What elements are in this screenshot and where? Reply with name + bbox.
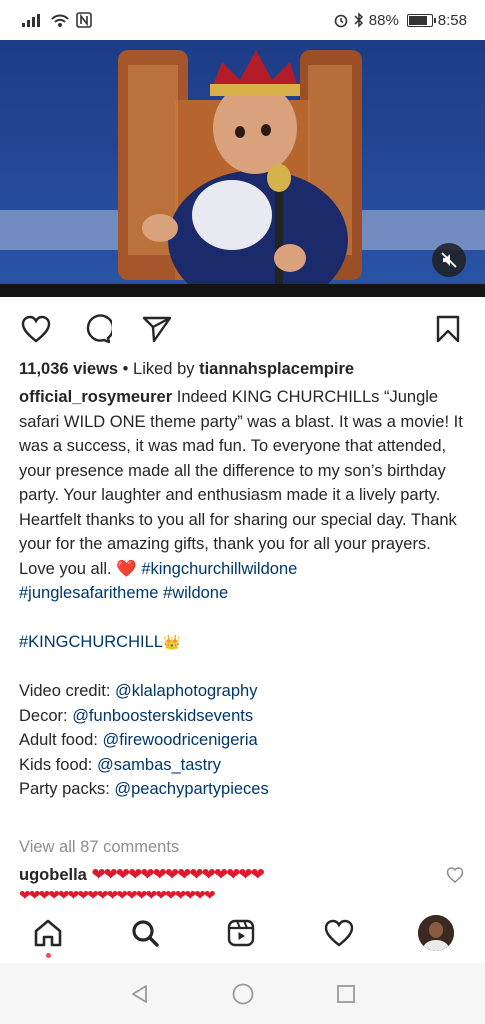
video-progress-bar (0, 284, 485, 297)
like-button[interactable] (21, 314, 51, 344)
hashtag-link[interactable]: #junglesafaritheme (19, 584, 158, 602)
hashtag-main-link[interactable]: #KINGCHURCHILL (19, 633, 163, 651)
bookmark-icon (436, 315, 460, 343)
comment-button[interactable] (82, 314, 112, 344)
status-left (22, 12, 92, 28)
activity-heart-icon (324, 919, 354, 947)
nav-activity[interactable] (323, 917, 355, 949)
comment-hearts: ❤❤❤❤❤❤❤❤❤❤❤❤❤❤ (91, 865, 264, 884)
comment-icon (86, 314, 112, 344)
bluetooth-icon (354, 12, 363, 28)
comment-username[interactable]: ugobella (19, 866, 87, 884)
android-home-button[interactable] (230, 981, 256, 1007)
heart-emoji: ❤️ (116, 559, 137, 578)
credit-label: Decor: (19, 706, 73, 725)
mute-button[interactable] (432, 243, 466, 277)
credit-handle-link[interactable]: @peachypartypieces (114, 780, 268, 798)
credit-label: Video credit: (19, 682, 116, 700)
profile-avatar[interactable] (418, 915, 454, 951)
hashtag-link[interactable]: #wildone (163, 584, 228, 602)
share-button[interactable] (142, 314, 172, 344)
avatar-photo (418, 915, 454, 951)
views-line: 11,036 views • Liked by tiannahsplacempi… (19, 360, 354, 379)
credit-label: Adult food: (19, 731, 103, 749)
credit-label: Party packs: (19, 780, 115, 798)
heart-icon (21, 315, 51, 343)
post-video[interactable] (0, 40, 485, 297)
back-icon (132, 985, 147, 1003)
save-button[interactable] (433, 314, 463, 344)
nav-home[interactable] (32, 917, 64, 949)
nfc-icon (76, 12, 92, 28)
credit-handle-link[interactable]: @firewoodricenigeria (102, 731, 257, 749)
signal-icon (22, 14, 40, 27)
android-recents-button[interactable] (333, 981, 359, 1007)
post-caption: official_rosymeurer Indeed KING CHURCHIL… (19, 385, 471, 802)
notification-dot (46, 953, 51, 958)
post-actions (0, 308, 485, 348)
caption-username[interactable]: official_rosymeurer (19, 388, 172, 406)
status-bar: 88% 8:58 (0, 0, 485, 40)
view-all-comments-link[interactable]: View all 87 comments (19, 838, 179, 857)
search-icon (132, 920, 159, 947)
comment-hearts-row: ❤❤❤❤❤❤❤❤❤❤❤❤❤❤❤❤❤❤❤❤ (19, 887, 216, 903)
home-icon (34, 919, 62, 947)
status-right: 88% 8:58 (333, 12, 467, 29)
views-count[interactable]: 11,036 views (19, 360, 118, 378)
battery-percent: 88% (368, 11, 399, 29)
android-back-button[interactable] (127, 981, 153, 1007)
clock: 8:58 (437, 11, 467, 29)
nav-reels[interactable] (225, 917, 257, 949)
battery-icon (406, 13, 436, 27)
reels-icon (227, 919, 255, 947)
alarm-icon (334, 14, 348, 28)
bottom-nav (0, 905, 485, 963)
comment-like-icon[interactable] (446, 866, 464, 884)
credit-label: Kids food: (19, 755, 97, 774)
video-frame-illustration (0, 40, 485, 297)
caption-text: Indeed KING CHURCHILLs “Jungle safari WI… (19, 388, 463, 578)
home-circle-icon (232, 983, 254, 1005)
share-icon (142, 316, 172, 343)
battery-level (408, 15, 428, 25)
credit-handle-link[interactable]: @funboosterskidsevents (72, 707, 253, 725)
credit-handle-link[interactable]: @klalaphotography (115, 682, 257, 700)
liked-by-prefix: • Liked by (118, 360, 200, 378)
comment-preview: ugobella ❤❤❤❤❤❤❤❤❤❤❤❤❤❤ ❤❤❤❤❤❤❤❤❤❤❤❤❤❤❤❤… (19, 864, 439, 904)
credit-handle-link[interactable]: @sambas_tastry (97, 756, 221, 774)
crown-emoji: 👑 (162, 634, 181, 650)
nav-search[interactable] (129, 917, 161, 949)
recents-icon (337, 985, 355, 1003)
liked-by-user[interactable]: tiannahsplacempire (199, 360, 354, 378)
muted-speaker-icon (441, 252, 457, 268)
android-nav-bar (0, 963, 485, 1024)
wifi-icon (51, 14, 69, 27)
hashtag-link[interactable]: #kingchurchillwildone (141, 560, 297, 578)
